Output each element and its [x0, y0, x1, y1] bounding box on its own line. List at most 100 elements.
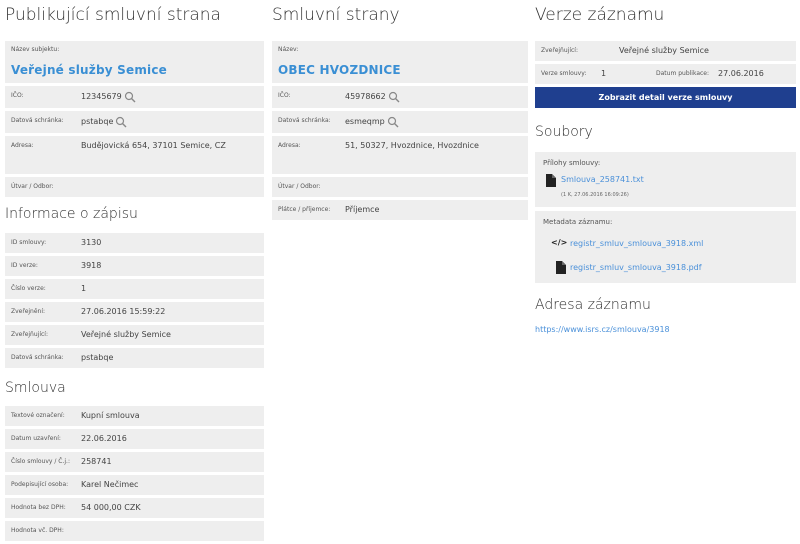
- party-name-box: Název: OBEC HVOZDNICE: [272, 41, 528, 83]
- metadata-box: Metadata záznamu: </> registr_smluv_smlo…: [535, 211, 796, 283]
- smlouva-label: Textové označení:: [11, 412, 65, 419]
- utvar-row: Útvar / Odbor:: [5, 177, 264, 197]
- zapis-title: Informace o zápisu: [5, 206, 138, 222]
- smlouva-value: 22.06.2016: [81, 434, 127, 443]
- smlouva-row: Hodnota vč. DPH:: [5, 521, 264, 541]
- smlouva-row: Číslo smlouvy / Č.j.: 258741: [5, 452, 264, 472]
- show-version-detail-button[interactable]: Zobrazit detail verze smlouvy: [535, 87, 796, 108]
- ico-label: IČO:: [11, 92, 24, 99]
- adresa-row: Adresa: Budějovická 654, 37101 Semice, C…: [5, 136, 264, 174]
- prilohy-label: Přílohy smlouvy:: [543, 159, 601, 167]
- zverejnujici-value: Veřejné služby Semice: [619, 46, 709, 55]
- verze-row: Verze smlouvy: 1 Datum publikace: 27.06.…: [535, 64, 796, 84]
- party-adresa-label: Adresa:: [278, 142, 301, 149]
- magnifier-icon[interactable]: [388, 91, 401, 103]
- party-datova-value: esmeqmp: [345, 116, 400, 128]
- verze-label: Verze smlouvy:: [541, 70, 587, 77]
- smlouva-value: Karel Nečimec: [81, 480, 139, 489]
- zapis-label: Číslo verze:: [11, 285, 46, 292]
- metadata-xml-link[interactable]: registr_smluv_smlouva_3918.xml: [570, 239, 703, 248]
- smlouva-value: Kupní smlouva: [81, 411, 140, 420]
- smlouva-row: Textové označení: Kupní smlouva: [5, 406, 264, 426]
- smlouva-value: 258741: [81, 457, 112, 466]
- zapis-value: 3918: [81, 261, 102, 270]
- datova-label: Datová schránka:: [11, 117, 64, 124]
- utvar-label: Útvar / Odbor:: [11, 183, 54, 190]
- magnifier-icon[interactable]: [387, 116, 400, 128]
- zverejnujici-row: Zveřejňující: Veřejné služby Semice: [535, 41, 796, 61]
- zapis-value: 27.06.2016 15:59:22: [81, 307, 166, 316]
- zapis-label: ID verze:: [11, 262, 38, 269]
- smlouva-label: Datum uzavření:: [11, 435, 61, 442]
- party-utvar-label: Útvar / Odbor:: [278, 183, 321, 190]
- subject-name-link[interactable]: Veřejné služby Semice: [11, 63, 167, 77]
- magnifier-icon[interactable]: [124, 91, 137, 103]
- smlouva-label: Hodnota bez DPH:: [11, 504, 66, 511]
- subject-name-label: Název subjektu:: [11, 46, 60, 53]
- version-title: Verze záznamu: [535, 5, 665, 25]
- adresa-value: Budějovická 654, 37101 Semice, CZ: [81, 141, 226, 150]
- document-icon: [546, 174, 556, 187]
- zapis-row: Zveřejňující: Veřejné služby Semice: [5, 325, 264, 345]
- zapis-value: 1: [81, 284, 87, 293]
- smlouva-label: Hodnota vč. DPH:: [11, 527, 64, 534]
- zapis-label: Zveřejňující:: [11, 331, 48, 338]
- smlouva-value: 54 000,00 CZK: [81, 503, 141, 512]
- party-name-label: Název:: [278, 46, 299, 53]
- party-platce-label: Plátce / příjemce:: [278, 206, 331, 213]
- zapis-row: ID smlouvy: 3130: [5, 233, 264, 253]
- party-adresa-value: 51, 50327, Hvozdnice, Hvozdnice: [345, 141, 479, 150]
- smlouva-row: Hodnota bez DPH: 54 000,00 CZK: [5, 498, 264, 518]
- contract-parties-title: Smluvní strany: [272, 5, 400, 25]
- adresa-label: Adresa:: [11, 142, 34, 149]
- party-utvar-row: Útvar / Odbor:: [272, 177, 528, 197]
- party-datova-label: Datová schránka:: [278, 117, 331, 124]
- verze-value: 1: [601, 69, 607, 78]
- publishing-party-title: Publikující smluvní strana: [5, 5, 221, 25]
- party-datova-row: Datová schránka: esmeqmp: [272, 111, 528, 133]
- smlouva-label: Podepisující osoba:: [11, 481, 69, 488]
- zapis-list: ID smlouvy: 3130 ID verze: 3918 Číslo verze:…: [5, 233, 264, 371]
- metadata-label: Metadata záznamu:: [543, 218, 613, 226]
- party-ico-row: IČO: 45978662: [272, 86, 528, 108]
- smlouva-row: Podepisující osoba: Karel Nečimec: [5, 475, 264, 495]
- datova-value: pstabqe: [81, 116, 128, 128]
- zapis-row: Datová schránka: pstabqe: [5, 348, 264, 368]
- ico-row: IČO: 12345679: [5, 86, 264, 108]
- datum-label: Datum publikace:: [656, 70, 710, 77]
- zapis-label: Zveřejnění:: [11, 308, 46, 315]
- adresa-zaznamu-title: Adresa záznamu: [535, 297, 651, 313]
- party-ico-value: 45978662: [345, 91, 401, 103]
- party-name-link[interactable]: OBEC HVOZDNICE: [278, 63, 401, 77]
- party-platce-value: Příjemce: [345, 205, 380, 214]
- zapis-label: ID smlouvy:: [11, 239, 47, 246]
- datum-value: 27.06.2016: [718, 69, 764, 78]
- code-icon: </>: [551, 238, 568, 247]
- datova-row: Datová schránka: pstabqe: [5, 111, 264, 133]
- ico-value: 12345679: [81, 91, 137, 103]
- smlouva-row: Datum uzavření: 22.06.2016: [5, 429, 264, 449]
- zapis-value: 3130: [81, 238, 102, 247]
- zapis-row: Zveřejnění: 27.06.2016 15:59:22: [5, 302, 264, 322]
- subject-name-box: Název subjektu: Veřejné služby Semice: [5, 41, 264, 83]
- soubory-title: Soubory: [535, 124, 593, 140]
- metadata-pdf-link[interactable]: registr_smluv_smlouva_3918.pdf: [570, 263, 702, 272]
- attachment-meta: (1 K, 27.06.2016 16:09:26): [561, 192, 629, 198]
- zapis-row: Číslo verze: 1: [5, 279, 264, 299]
- zapis-row: ID verze: 3918: [5, 256, 264, 276]
- smlouva-label: Číslo smlouvy / Č.j.:: [11, 458, 70, 465]
- party-ico-label: IČO:: [278, 92, 291, 99]
- party-platce-row: Plátce / příjemce: Příjemce: [272, 200, 528, 220]
- zapis-label: Datová schránka:: [11, 354, 64, 361]
- party-adresa-row: Adresa: 51, 50327, Hvozdnice, Hvozdnice: [272, 136, 528, 174]
- magnifier-icon[interactable]: [115, 116, 128, 128]
- zapis-value: pstabqe: [81, 353, 114, 362]
- record-url-link[interactable]: https://www.isrs.cz/smlouva/3918: [535, 325, 670, 334]
- prilohy-box: Přílohy smlouvy: Smlouva_258741.txt (1 K…: [535, 152, 796, 207]
- smlouva-title: Smlouva: [5, 380, 66, 396]
- pdf-icon: [556, 261, 566, 274]
- zverejnujici-label: Zveřejňující:: [541, 47, 578, 54]
- attachment-link[interactable]: Smlouva_258741.txt: [561, 175, 644, 184]
- smlouva-list: Textové označení: Kupní smlouva Datum uzav…: [5, 406, 264, 544]
- zapis-value: Veřejné služby Semice: [81, 330, 171, 339]
